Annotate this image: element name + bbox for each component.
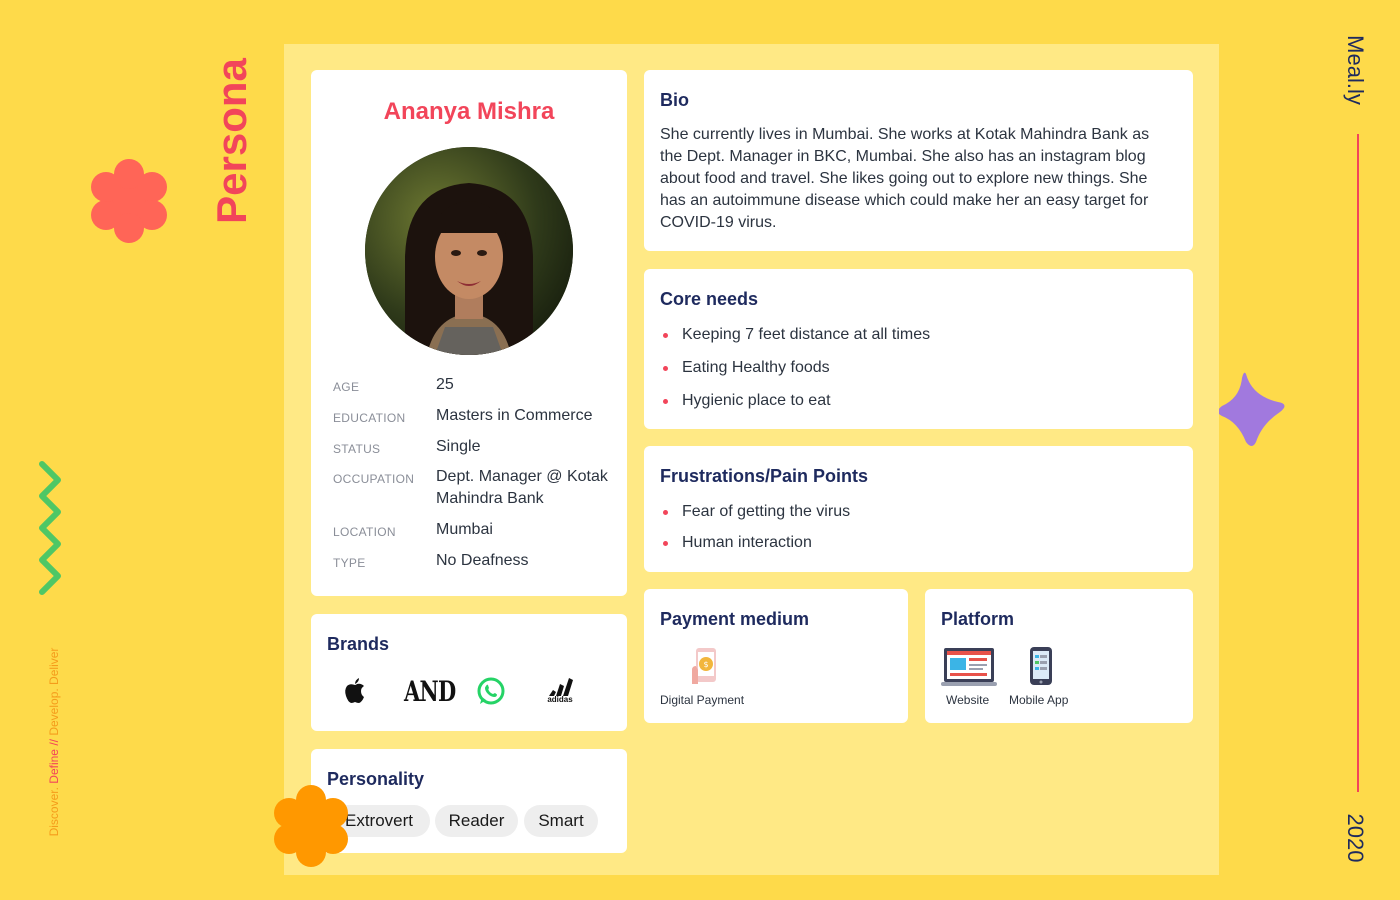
attr-age-label: AGE — [333, 380, 360, 394]
digital-payment-icon: $ — [692, 648, 716, 684]
platform-website-label: Website — [946, 693, 990, 707]
bio-title: Bio — [660, 90, 689, 110]
adidas-wordmark: adidas — [547, 695, 573, 704]
frustrations-card: Frustrations/Pain Points Fear of getting… — [644, 446, 1193, 572]
bio-text: She currently lives in Mumbai. She works… — [660, 126, 1150, 231]
year-label: 2020 — [1343, 813, 1368, 863]
attr-occupation-value: Dept. Manager @ Kotak Mahindra Bank — [436, 468, 608, 507]
attr-location-value: Mumbai — [436, 521, 493, 538]
divider-line — [1357, 134, 1359, 792]
attr-age-value: 25 — [436, 376, 454, 393]
adidas-logo-icon: adidas — [543, 678, 577, 704]
list-item: Eating Healthy foods — [660, 357, 930, 379]
list-item: Keeping 7 feet distance at all times — [660, 324, 930, 346]
attr-education-value: Masters in Commerce — [436, 407, 593, 424]
trait-chip-reader: Reader — [435, 805, 518, 837]
page-title: Persona — [208, 58, 255, 224]
list-item: Fear of getting the virus — [660, 501, 850, 523]
attr-type-label: TYPE — [333, 556, 366, 570]
coral-flower-shape — [91, 159, 167, 243]
list-item: Hygienic place to eat — [660, 390, 930, 412]
orange-flower-shape — [274, 785, 348, 867]
apple-logo-icon — [345, 678, 364, 703]
bio-card: Bio She currently lives in Mumbai. She w… — [644, 70, 1193, 251]
brand-name: Meal.ly — [1343, 35, 1368, 105]
process-tagline: Discover. Define // Develop. Deliver — [46, 632, 62, 852]
platform-title: Platform — [941, 609, 1015, 629]
payment-title: Payment medium — [660, 609, 810, 629]
core-needs-title: Core needs — [660, 289, 759, 309]
and-logo-icon: AND — [404, 675, 456, 708]
avatar — [365, 147, 573, 355]
whatsapp-logo-icon — [477, 677, 505, 705]
core-needs-list: Keeping 7 feet distance at all times Eat… — [660, 324, 930, 412]
green-zigzag-shape — [39, 461, 61, 595]
personality-card: Personality Extrovert Reader Smart — [311, 749, 627, 853]
tagline-discover: Discover. — [47, 787, 61, 837]
brands-title: Brands — [327, 634, 390, 654]
persona-board: Ananya Mishra AGE 25 EDUCATION Masters i… — [284, 44, 1219, 875]
tagline-define: Define // — [47, 739, 61, 784]
core-needs-card: Core needs Keeping 7 feet distance at al… — [644, 269, 1193, 429]
tagline-develop: Develop. — [47, 688, 61, 736]
attr-education-label: EDUCATION — [333, 411, 406, 425]
attr-occupation-label: OCCUPATION — [333, 472, 415, 486]
attr-type-value: No Deafness — [436, 552, 529, 569]
platform-card: Platform Website Mobile App — [925, 589, 1193, 723]
persona-name: Ananya Mishra — [383, 98, 555, 125]
website-icon — [941, 648, 997, 686]
tagline-deliver: Deliver — [47, 647, 61, 685]
payment-digital-label: Digital Payment — [660, 693, 745, 707]
purple-star-shape — [1218, 372, 1285, 446]
attr-location-label: LOCATION — [333, 525, 396, 539]
platform-mobile-label: Mobile App — [1009, 693, 1069, 707]
attr-status-label: STATUS — [333, 442, 381, 456]
frustrations-list: Fear of getting the virus Human interact… — [660, 501, 850, 554]
trait-chip-smart: Smart — [524, 805, 598, 837]
payment-card: Payment medium $ Digital Payment — [644, 589, 908, 723]
mobile-app-icon — [1030, 647, 1052, 685]
svg-text:$: $ — [703, 660, 708, 669]
attr-status-value: Single — [436, 438, 481, 455]
frustrations-title: Frustrations/Pain Points — [660, 466, 869, 486]
profile-card: Ananya Mishra AGE 25 EDUCATION Masters i… — [311, 70, 627, 596]
list-item: Human interaction — [660, 532, 850, 554]
brands-card: Brands AND adidas — [311, 614, 627, 731]
